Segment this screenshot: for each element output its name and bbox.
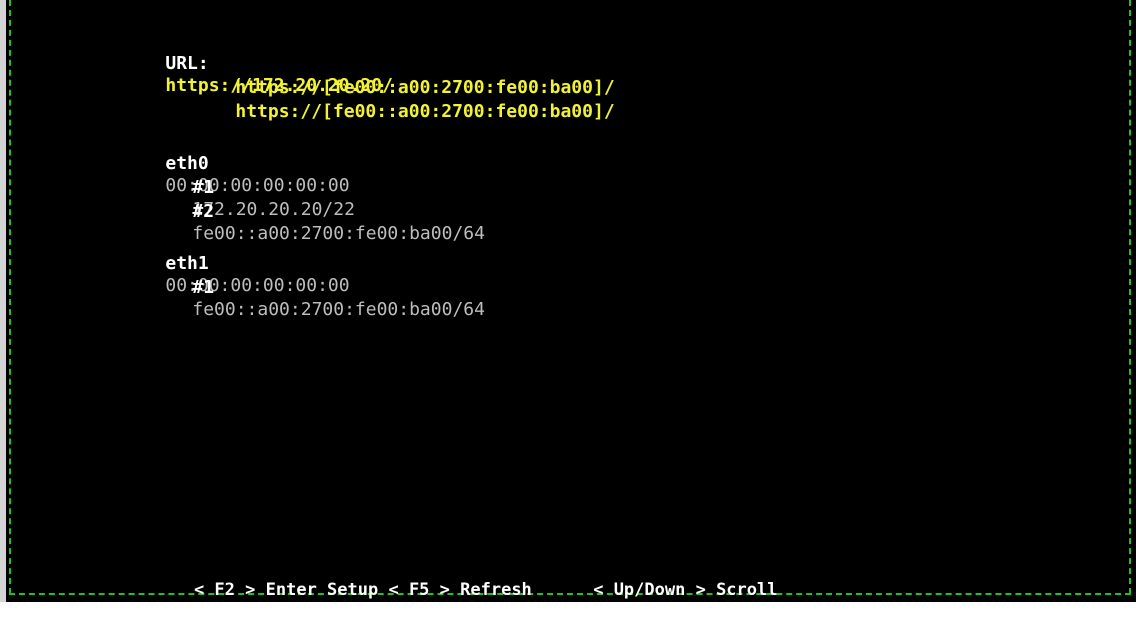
f2-key: < F2 > xyxy=(193,580,256,600)
address-row: #1 172.20.20.20/22 xyxy=(149,155,355,220)
address-index: #2 xyxy=(192,201,215,222)
window-gutter xyxy=(0,0,6,602)
url-line-3: https://[fe00::a00:2700:fe00:ba00]/ xyxy=(192,79,614,122)
url-link[interactable]: https://[fe00::a00:2700:fe00:ba00]/ xyxy=(235,101,614,122)
ip-address: 172.20.20.20/22 xyxy=(192,199,355,220)
scroll-key-hint[interactable]: < Up/Down > Scroll xyxy=(593,580,777,600)
scroll-label: Scroll xyxy=(716,580,778,600)
f5-key: < F5 > xyxy=(388,580,450,600)
address-row: #1 fe00::a00:2700:fe00:ba00/64 xyxy=(149,255,485,320)
setup-label: Enter Setup xyxy=(265,580,379,600)
refresh-key-hint[interactable]: < F5 > Refresh xyxy=(388,580,531,600)
key-hint-bar: < F2 > Enter Setup < F5 > Refresh < Up/D… xyxy=(153,557,778,623)
address-index: #1 xyxy=(192,277,215,298)
ip-address: fe00::a00:2700:fe00:ba00/64 xyxy=(192,299,485,320)
refresh-label: Refresh xyxy=(460,580,532,600)
url-line-1: URL: https://172.20.20.20/ xyxy=(122,31,393,96)
console-border-left xyxy=(9,0,11,594)
console-screen: URL: https://172.20.20.20/ https://[fe00… xyxy=(0,0,1136,602)
interface-row-eth1: eth1 00:00:00:00:00:00 xyxy=(122,231,349,296)
setup-key-hint[interactable]: < F2 > Enter Setup xyxy=(194,580,378,600)
url-line-2: https://[fe00::a00:2700:fe00:ba00]/ xyxy=(192,55,614,98)
interface-row-eth0: eth0 00:00:00:00:00:00 xyxy=(122,131,349,196)
console-border-right xyxy=(1129,0,1131,594)
up-down-key: < Up/Down > xyxy=(593,580,706,600)
address-row: #2 fe00::a00:2700:fe00:ba00/64 xyxy=(149,179,485,244)
